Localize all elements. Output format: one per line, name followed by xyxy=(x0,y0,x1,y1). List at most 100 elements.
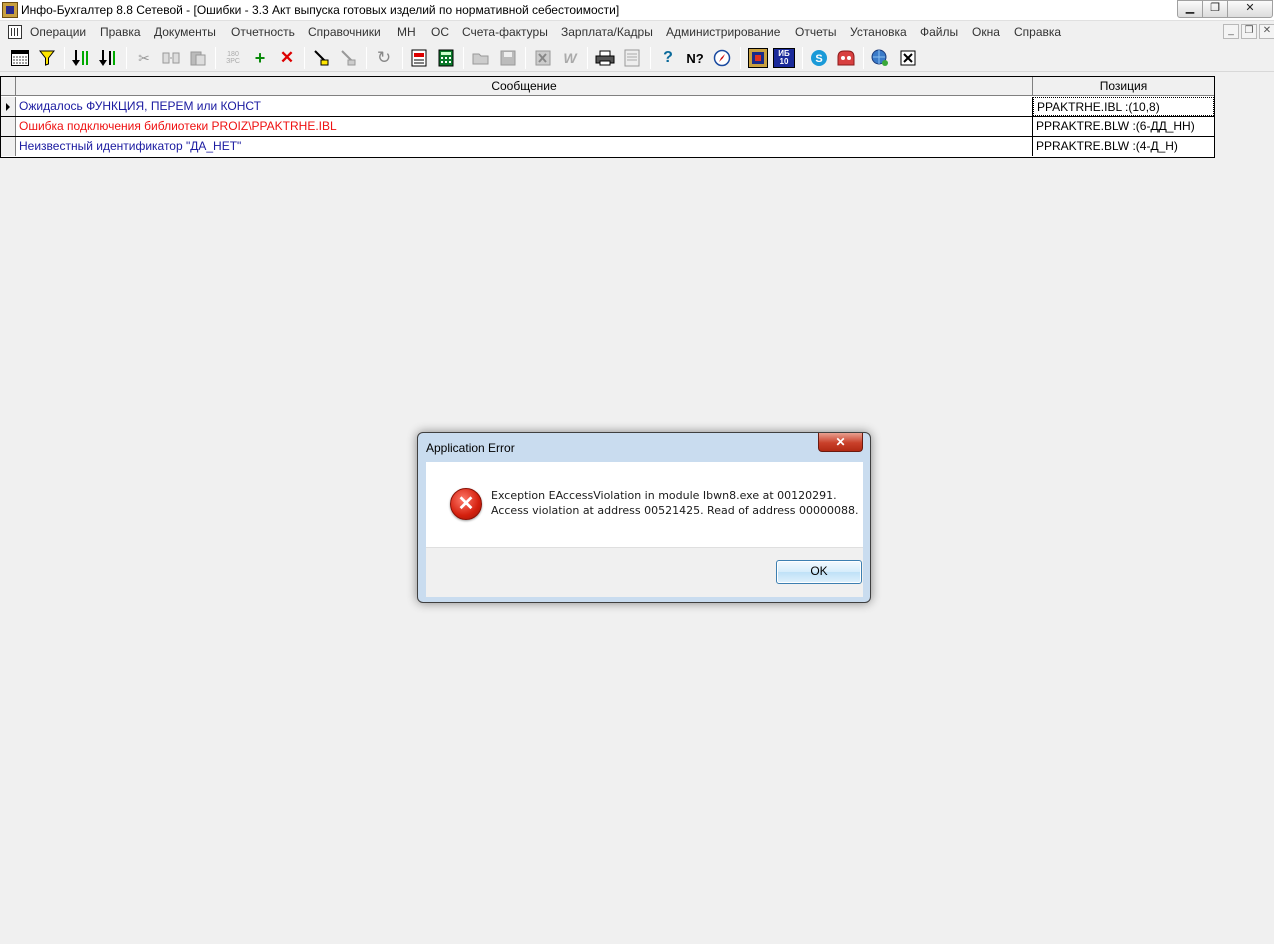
menu-reports[interactable]: Отчеты xyxy=(795,25,836,39)
message-cell[interactable]: Неизвестный идентификатор "ДА_НЕТ" xyxy=(16,137,1033,156)
paste-icon[interactable] xyxy=(188,48,208,68)
menu-windows[interactable]: Окна xyxy=(972,25,1000,39)
skype-icon[interactable]: S xyxy=(809,48,829,68)
toolbar: ✂ 180 ЗРС + ✕ ↻ W ? N? ИБ 10 S xyxy=(0,43,1274,72)
menu-os[interactable]: ОС xyxy=(431,25,449,39)
mdi-minimize-button[interactable]: _ xyxy=(1223,24,1239,39)
app-window: Инфо-Бухгалтер 8.8 Сетевой - [Ошибки - 3… xyxy=(0,0,1274,944)
context-help-icon[interactable]: N? xyxy=(685,48,705,68)
compass-icon[interactable] xyxy=(712,48,732,68)
menu-setup[interactable]: Установка xyxy=(850,25,907,39)
table-row[interactable]: Неизвестный идентификатор "ДА_НЕТ" PPRAK… xyxy=(1,137,1214,157)
column-header-message[interactable]: Сообщение xyxy=(16,77,1033,96)
mdi-restore-button[interactable]: ❐ xyxy=(1241,24,1257,39)
calculate-icon-top: 180 xyxy=(227,51,239,58)
toolbar-separator xyxy=(802,47,803,69)
menu-payroll[interactable]: Зарплата/Кадры xyxy=(561,25,653,39)
position-cell[interactable]: PPRAKTRE.BLW :(4-Д_Н) xyxy=(1033,137,1214,156)
error-icon: ✕ xyxy=(450,488,482,520)
menu-references[interactable]: Справочники xyxy=(308,25,381,39)
document-menu-icon[interactable] xyxy=(8,25,22,39)
calculate-icon[interactable]: 180 ЗРС xyxy=(223,48,243,68)
refresh-icon[interactable]: ↻ xyxy=(374,48,394,68)
sort-ascending-icon[interactable] xyxy=(72,48,92,68)
table-view-icon[interactable] xyxy=(10,48,30,68)
print-preview-icon[interactable] xyxy=(622,48,642,68)
app-logo-icon[interactable] xyxy=(2,2,18,18)
message-cell[interactable]: Ошибка подключения библиотеки PROIZ\PPAK… xyxy=(16,117,1033,136)
help-icon[interactable]: ? xyxy=(658,48,678,68)
ok-button[interactable]: OK xyxy=(776,560,862,584)
close-button[interactable]: ✕ xyxy=(1227,0,1273,18)
pdf-document-icon[interactable] xyxy=(409,48,429,68)
title-bar[interactable]: Инфо-Бухгалтер 8.8 Сетевой - [Ошибки - 3… xyxy=(0,0,1274,21)
menu-mn[interactable]: МН xyxy=(397,25,416,39)
menu-help[interactable]: Справка xyxy=(1014,25,1061,39)
excel-export-icon[interactable] xyxy=(533,48,553,68)
toolbar-separator xyxy=(463,47,464,69)
mark-icon[interactable] xyxy=(311,48,331,68)
indicator-column-header xyxy=(1,77,16,96)
info-accountant-logo-icon[interactable] xyxy=(748,48,768,68)
internet-update-icon[interactable] xyxy=(870,48,890,68)
menu-operations[interactable]: Операции xyxy=(30,25,86,39)
row-indicator xyxy=(1,137,16,156)
word-export-icon[interactable]: W xyxy=(560,48,580,68)
menu-documents[interactable]: Документы xyxy=(154,25,216,39)
support-icon[interactable] xyxy=(836,48,856,68)
menu-bar: Операции Правка Документы Отчетность Спр… xyxy=(0,22,1274,42)
menu-edit[interactable]: Правка xyxy=(100,25,141,39)
calculator-icon[interactable] xyxy=(436,48,456,68)
save-icon[interactable] xyxy=(498,48,518,68)
position-cell[interactable]: PPRAKTRE.BLW :(6-ДД_НН) xyxy=(1033,117,1214,136)
toolbar-separator xyxy=(126,47,127,69)
toolbar-separator xyxy=(587,47,588,69)
toolbar-separator xyxy=(366,47,367,69)
unmark-icon[interactable] xyxy=(338,48,358,68)
delete-icon[interactable]: ✕ xyxy=(277,48,297,68)
toolbar-separator xyxy=(402,47,403,69)
dialog-close-button[interactable]: ✕ xyxy=(818,433,863,452)
menu-files[interactable]: Файлы xyxy=(920,25,958,39)
dialog-body: ✕ Exception EAccessViolation in module I… xyxy=(426,462,863,547)
message-cell[interactable]: Ожидалось ФУНКЦИЯ, ПЕРЕМ или КОНСТ xyxy=(16,97,1033,116)
minimize-button[interactable]: ▁ xyxy=(1177,0,1203,18)
toolbar-separator xyxy=(64,47,65,69)
filter-icon[interactable] xyxy=(37,48,57,68)
window-title: Инфо-Бухгалтер 8.8 Сетевой - [Ошибки - 3… xyxy=(21,3,620,17)
error-message-line-2: Access violation at address 00521425. Re… xyxy=(491,504,859,517)
open-folder-icon[interactable] xyxy=(471,48,491,68)
ib10-book-icon[interactable]: ИБ 10 xyxy=(773,48,795,68)
mdi-close-button[interactable]: ✕ xyxy=(1259,24,1274,39)
toolbar-separator xyxy=(863,47,864,69)
cut-icon[interactable]: ✂ xyxy=(134,48,154,68)
svg-text:S: S xyxy=(815,53,822,65)
table-row[interactable]: Ошибка подключения библиотеки PROIZ\PPAK… xyxy=(1,117,1214,137)
dialog-title: Application Error xyxy=(426,441,515,455)
toolbar-separator xyxy=(525,47,526,69)
maximize-button[interactable]: ❐ xyxy=(1202,0,1228,18)
menu-reporting[interactable]: Отчетность xyxy=(231,25,295,39)
position-cell[interactable]: PPAKTRHE.IBL :(10,8) xyxy=(1033,97,1214,116)
dialog-title-bar[interactable]: Application Error ✕ xyxy=(418,433,870,461)
application-error-dialog: Application Error ✕ ✕ Exception EAccessV… xyxy=(417,432,871,603)
ib10-sub-label: 10 xyxy=(779,57,789,66)
error-message-line-1: Exception EAccessViolation in module Ibw… xyxy=(491,489,837,502)
dialog-footer: OK xyxy=(426,547,863,597)
menu-administration[interactable]: Администрирование xyxy=(666,25,780,39)
toolbar-separator xyxy=(215,47,216,69)
toolbar-separator xyxy=(650,47,651,69)
row-indicator xyxy=(1,117,16,136)
add-icon[interactable]: + xyxy=(250,48,270,68)
exit-icon[interactable] xyxy=(898,48,918,68)
table-row[interactable]: Ожидалось ФУНКЦИЯ, ПЕРЕМ или КОНСТ PPAKT… xyxy=(1,97,1214,117)
copy-icon[interactable] xyxy=(161,48,181,68)
calculate-icon-bottom: ЗРС xyxy=(226,58,240,65)
toolbar-separator xyxy=(740,47,741,69)
errors-grid: Сообщение Позиция Ожидалось ФУНКЦИЯ, ПЕР… xyxy=(0,76,1215,158)
sort-descending-icon[interactable] xyxy=(99,48,119,68)
toolbar-separator xyxy=(304,47,305,69)
column-header-position[interactable]: Позиция xyxy=(1033,77,1214,96)
menu-invoices[interactable]: Счета-фактуры xyxy=(462,25,548,39)
print-icon[interactable] xyxy=(595,48,615,68)
